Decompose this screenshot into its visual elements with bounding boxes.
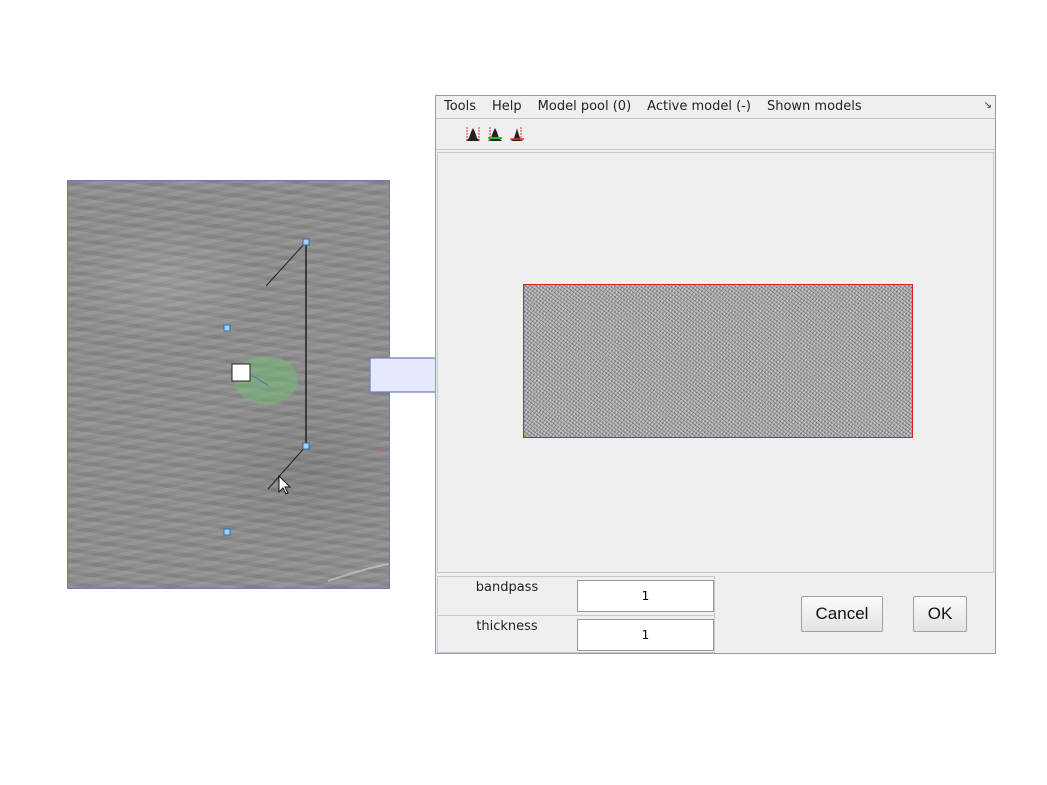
toolbar [436, 119, 995, 150]
bandpass-label: bandpass [475, 580, 539, 595]
histogram-red-icon[interactable] [506, 123, 528, 145]
menu-help[interactable]: Help [484, 96, 530, 118]
bandpass-row: bandpass [438, 577, 714, 615]
tomogram-view[interactable] [67, 180, 390, 589]
histogram-dark-icon[interactable] [462, 123, 484, 145]
bandpass-input[interactable] [577, 580, 714, 612]
axis-guide-top [265, 241, 307, 287]
thickness-row: thickness [438, 615, 714, 654]
handle-left-lower[interactable] [223, 528, 231, 536]
menu-tools[interactable]: Tools [436, 96, 484, 118]
menu-shown-models[interactable]: Shown models [759, 96, 870, 118]
menu-bar: Tools Help Model pool (0) Active model (… [436, 96, 995, 119]
handle-bottom[interactable] [302, 442, 310, 450]
preview-viewport[interactable] [437, 152, 994, 573]
axis-guide-bottom [267, 445, 307, 490]
ok-button[interactable]: OK [913, 596, 967, 632]
mouse-cursor-icon [278, 474, 292, 495]
menu-active-model[interactable]: Active model (-) [639, 96, 759, 118]
histogram-green-icon[interactable] [484, 123, 506, 145]
handle-top[interactable] [302, 238, 310, 246]
picking-overlay [223, 238, 389, 582]
thickness-input[interactable] [577, 619, 714, 651]
handle-left-upper[interactable] [223, 324, 231, 332]
thickness-label: thickness [476, 619, 538, 634]
edge-artifact [327, 563, 389, 582]
parameter-panel: bandpass thickness [437, 576, 715, 653]
menu-model-pool[interactable]: Model pool (0) [530, 96, 639, 118]
subtomogram-dialog: Tools Help Model pool (0) Active model (… [435, 95, 996, 654]
cancel-button[interactable]: Cancel [801, 596, 883, 632]
corner-resize-icon[interactable]: ↘ [984, 100, 992, 111]
center-box-handle[interactable] [231, 363, 251, 382]
subtomogram-preview-image [523, 284, 913, 438]
